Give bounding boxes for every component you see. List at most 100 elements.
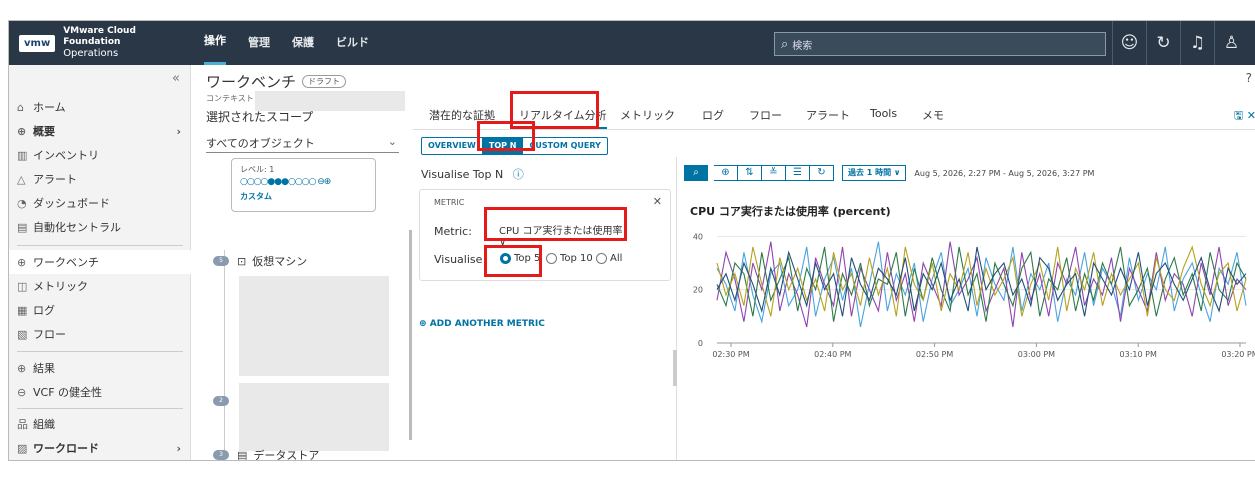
mode-overview[interactable]: OVERVIEW — [422, 138, 482, 154]
sidebar-item-home[interactable]: ⌂ ホーム — [9, 95, 191, 119]
pane-divider — [676, 157, 677, 460]
chevron-down-icon: ⌄ — [387, 135, 397, 148]
sidebar-item-alerts[interactable]: △ アラート — [9, 167, 191, 191]
cpu-usage-chart[interactable]: 0 20 40 02:30 PM 02:40 PM 02:50 PM 03:00 PM 03:… — [681, 217, 1255, 382]
tree-item-vm[interactable]: ⊡ 仮想マシン — [237, 253, 307, 269]
topnav-admin[interactable]: 管理 — [248, 21, 270, 65]
highlight-topn — [477, 121, 535, 151]
sidebar-item-organization[interactable]: 品組織 — [9, 412, 191, 436]
topnav-protection[interactable]: 保護 — [292, 21, 314, 65]
sidebar-item-metrics[interactable]: ◫ メトリック — [9, 274, 191, 298]
sidebar-item-workloads[interactable]: ▨ ワークロード › — [9, 436, 191, 460]
refresh-icon[interactable]: ↻ — [810, 165, 834, 181]
sidebar-item-dashboards[interactable]: ◔ ダッシュボード — [9, 191, 191, 215]
metrics-icon: ◫ — [17, 279, 28, 293]
tab-notes[interactable]: メモ — [922, 107, 944, 123]
help-icon[interactable]: ? — [1246, 71, 1252, 85]
sidebar-item-label: ホーム — [33, 101, 66, 114]
tab-alerts[interactable]: アラート — [806, 107, 850, 123]
level-selector[interactable]: レベル: 1 ○○○○●●●○○○○ ⊖⊕ カスタム — [231, 158, 376, 212]
time-range-text: Aug 5, 2026, 2:27 PM - Aug 5, 2026, 3:27… — [914, 168, 1095, 178]
close-icon[interactable]: ✕ — [653, 195, 662, 208]
radio-all[interactable]: All — [596, 253, 622, 264]
chevron-right-icon: › — [176, 124, 181, 138]
sidebar-item-flows[interactable]: ▧ フロー — [9, 322, 191, 346]
search-icon[interactable]: ⌕ — [684, 165, 708, 181]
sidebar-divider — [17, 408, 183, 409]
topnav-operations[interactable]: 操作 — [204, 21, 226, 65]
resize-handle[interactable] — [673, 350, 677, 386]
context-label: コンテキスト — [206, 94, 254, 103]
home-icon: ⌂ — [17, 100, 24, 114]
radio-icon — [596, 253, 607, 264]
overview-icon: ⊕ — [17, 124, 27, 138]
tab-tools[interactable]: Tools — [870, 107, 897, 120]
collapse-icon[interactable]: « — [172, 71, 180, 86]
sidebar-item-label: ワークベンチ — [33, 256, 99, 269]
tree-item-label: 仮想マシン — [252, 255, 308, 268]
smiley-icon[interactable]: ☺ — [1112, 21, 1146, 65]
visualise-label: Visualise — [434, 253, 483, 266]
x-tick-label: 03:00 PM — [1018, 350, 1055, 359]
object-filter-select[interactable]: すべてのオブジェクト ⌄ — [206, 135, 399, 153]
brand-text: VMware Cloud Foundation Operations — [63, 26, 187, 60]
topnav-build[interactable]: ビルド — [336, 21, 369, 65]
info-icon[interactable]: ⓘ — [513, 168, 524, 181]
alert-icon: △ — [17, 172, 26, 186]
count-badge: 5 — [213, 256, 229, 266]
save-close-icons[interactable]: 🖫 ✕ — [1234, 107, 1255, 126]
workbench-icon: ⊕ — [17, 255, 27, 269]
sidebar-item-label: アラート — [33, 173, 77, 186]
list-icon[interactable]: ☰ — [786, 165, 810, 181]
page-title: ワークベンチ ドラフト — [206, 71, 347, 92]
tab-flows[interactable]: フロー — [749, 107, 782, 123]
sidebar-item-vcf-health[interactable]: ⊖ VCF の健全性 — [9, 380, 191, 404]
tree-item-datastore[interactable]: ▤ データストア — [237, 447, 319, 461]
time-range-button[interactable]: 過去 1 時間 ∨ — [842, 165, 907, 181]
sidebar: « ⌂ ホーム ⊕ 概要 › ▥ インベントリ △ アラート ◔ ダッシュボード ▤ 自動化セ… — [9, 65, 191, 460]
radio-top10[interactable]: Top 10 — [546, 253, 593, 264]
sidebar-item-results[interactable]: ⊕ 結果 — [9, 356, 191, 380]
sidebar-item-logs[interactable]: ▦ ログ — [9, 298, 191, 322]
refresh-icon[interactable]: ↻ — [1146, 21, 1180, 65]
sidebar-item-label: メトリック — [33, 280, 88, 293]
automation-icon: ▤ — [17, 220, 28, 234]
brand[interactable]: vmw VMware Cloud Foundation Operations — [9, 21, 187, 65]
tab-logs[interactable]: ログ — [702, 107, 724, 123]
search-input[interactable]: ⌕ 検索 — [774, 32, 1106, 56]
tab-metrics[interactable]: メトリック — [620, 107, 675, 123]
health-icon: ⊖ — [17, 385, 27, 399]
mode-custom-query[interactable]: CUSTOM QUERY — [522, 138, 606, 154]
scope-panel: ワークベンチ ドラフト コンテキスト 選択されたスコープ すべてのオブジェクト … — [191, 65, 413, 461]
highlight-metric-select — [484, 207, 627, 241]
user-icon[interactable]: ♙ — [1214, 21, 1248, 65]
results-icon: ⊕ — [17, 361, 27, 375]
level-slider[interactable]: ○○○○●●●○○○○ ⊖⊕ — [240, 177, 367, 187]
organization-icon: 品 — [17, 418, 28, 431]
tree-connector — [224, 250, 225, 460]
scope-label: 選択されたスコープ — [206, 110, 314, 124]
vm-icon: ⊡ — [237, 254, 247, 268]
tab-underline — [413, 129, 1255, 130]
zoom-icon[interactable]: ⊕ — [714, 165, 738, 181]
sidebar-divider — [17, 245, 183, 246]
sidebar-item-overview[interactable]: ⊕ 概要 › — [9, 119, 191, 143]
sort-icon[interactable]: ⇅ — [738, 165, 762, 181]
header-icons: ☺ ↻ ♫ ♙ — [1112, 21, 1248, 65]
add-metric-button[interactable]: ⊕ ADD ANOTHER METRIC — [419, 319, 545, 329]
sidebar-item-label: ワークロード — [33, 442, 99, 455]
flows-icon: ▧ — [17, 327, 28, 341]
sidebar-item-workbench[interactable]: ⊕ ワークベンチ — [9, 250, 191, 274]
panel-scrollbar[interactable] — [409, 230, 412, 440]
bell-icon[interactable]: ♫ — [1180, 21, 1214, 65]
sidebar-item-automation[interactable]: ▤ 自動化セントラル — [9, 215, 191, 239]
sidebar-item-label: 組織 — [33, 418, 55, 431]
custom-link[interactable]: カスタム — [240, 191, 367, 202]
filter-icon[interactable]: ≚ — [762, 165, 786, 181]
sidebar-item-inventory[interactable]: ▥ インベントリ — [9, 143, 191, 167]
page-title-text: ワークベンチ — [206, 73, 297, 91]
sidebar-item-label: ダッシュボード — [33, 197, 110, 210]
x-tick-label: 02:40 PM — [814, 350, 851, 359]
y-tick-label: 0 — [698, 339, 703, 348]
chevron-right-icon: › — [176, 441, 181, 455]
